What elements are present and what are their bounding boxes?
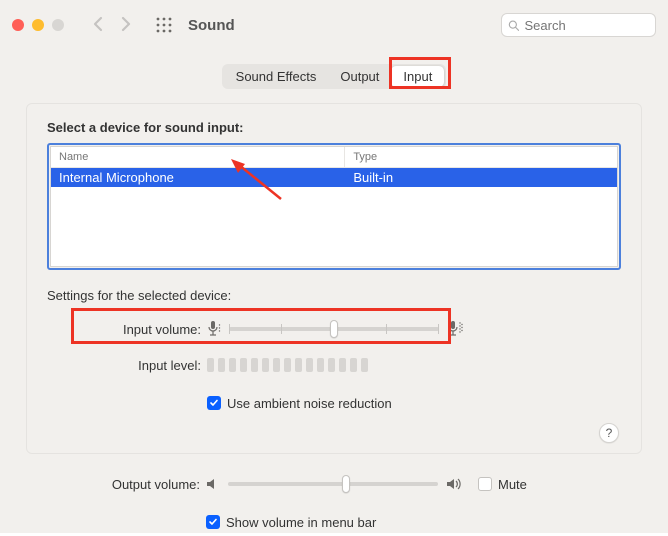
show-menu-label: Show volume in menu bar — [226, 515, 376, 530]
close-window-button[interactable] — [12, 19, 24, 31]
checkbox-icon — [207, 396, 221, 410]
checkbox-icon — [478, 477, 492, 491]
device-list-header: Name Type — [51, 147, 617, 168]
speaker-high-icon — [446, 477, 464, 491]
noise-reduction-checkbox[interactable]: Use ambient noise reduction — [207, 396, 392, 411]
selected-device-settings-label: Settings for the selected device: — [47, 288, 621, 303]
search-input[interactable] — [524, 18, 649, 33]
device-list[interactable]: Name Type Internal Microphone Built-in — [50, 146, 618, 267]
column-type: Type — [345, 147, 617, 167]
checkbox-icon — [206, 515, 220, 529]
help-button[interactable]: ? — [599, 423, 619, 443]
maximize-window-button[interactable] — [52, 19, 64, 31]
device-row[interactable]: Internal Microphone Built-in — [51, 168, 617, 187]
output-volume-label: Output volume: — [76, 477, 206, 492]
mute-label: Mute — [498, 477, 527, 492]
device-list-heading: Select a device for sound input: — [47, 120, 621, 135]
window-controls — [12, 19, 64, 31]
search-icon — [508, 19, 519, 32]
output-volume-slider[interactable] — [228, 482, 438, 486]
input-level-label: Input level: — [77, 358, 207, 373]
mic-high-icon — [447, 321, 463, 337]
page-title: Sound — [188, 17, 235, 34]
global-sound-section: Output volume: Mute — [26, 470, 642, 536]
column-name: Name — [51, 147, 345, 167]
device-list-highlight: Name Type Internal Microphone Built-in — [47, 143, 621, 270]
input-volume-label: Input volume: — [77, 322, 207, 337]
show-menu-checkbox[interactable]: Show volume in menu bar — [206, 515, 376, 530]
show-all-icon[interactable] — [156, 17, 172, 33]
input-level-meter — [207, 358, 368, 372]
input-panel: Select a device for sound input: Name Ty… — [26, 103, 642, 454]
device-type: Built-in — [345, 168, 617, 187]
titlebar: Sound — [0, 0, 668, 50]
tab-bar: Sound Effects Output Input — [222, 64, 447, 89]
device-name: Internal Microphone — [51, 168, 345, 187]
speaker-low-icon — [206, 477, 220, 491]
minimize-window-button[interactable] — [32, 19, 44, 31]
tab-sound-effects[interactable]: Sound Effects — [224, 66, 329, 87]
mute-checkbox[interactable]: Mute — [478, 477, 527, 492]
mic-low-icon — [207, 321, 221, 337]
search-field[interactable] — [501, 13, 656, 37]
input-volume-slider[interactable] — [229, 327, 439, 331]
tab-input[interactable]: Input — [391, 66, 444, 87]
tab-output[interactable]: Output — [328, 66, 391, 87]
back-button[interactable] — [92, 16, 103, 35]
noise-reduction-label: Use ambient noise reduction — [227, 396, 392, 411]
forward-button[interactable] — [121, 16, 132, 35]
